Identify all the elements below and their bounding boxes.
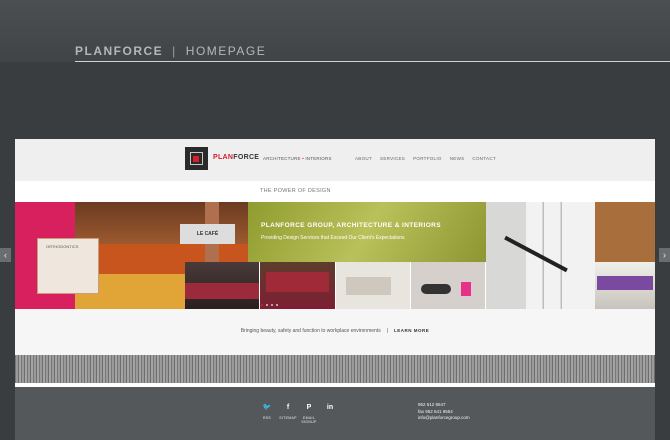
site-tagline: ARCHITECTURE • INTERIORS — [263, 155, 332, 161]
slider-dot[interactable] — [271, 304, 273, 306]
hero-thumbnail[interactable] — [185, 262, 261, 309]
header-title: PLANFORCE | HOMEPAGE — [75, 44, 266, 58]
nav-link-portfolio[interactable]: PORTFOLIO — [413, 156, 442, 161]
hero-thumbnail[interactable] — [335, 262, 411, 309]
website-preview: PLANFORCE ARCHITECTURE • INTERIORS ABOUT… — [15, 139, 655, 440]
hero-thumbnail[interactable] — [410, 262, 486, 309]
site-logo-text[interactable]: PLANFORCE — [213, 154, 259, 161]
slider-dots — [261, 304, 278, 306]
header-brand: PLANFORCE — [75, 44, 164, 58]
linkedin-icon[interactable]: in — [318, 403, 342, 413]
prev-arrow-icon[interactable]: ‹ — [0, 248, 11, 262]
next-arrow-icon[interactable]: › — [659, 248, 670, 262]
hero-subtitle: Providing Design Services that Exceed Ou… — [261, 235, 405, 241]
page-header: PLANFORCE | HOMEPAGE — [0, 0, 670, 62]
nav-link-news[interactable]: NEWS — [450, 156, 465, 161]
hero-title: PLANFORCE GROUP, ARCHITECTURE & INTERIOR… — [261, 222, 441, 229]
hero-counter-image: ORTHODONTICS — [37, 238, 99, 294]
social-label: EMAIL SIGNUP — [301, 416, 317, 424]
footer-contact: 952 512 9547 fax 952 541 9554 info@planf… — [418, 402, 470, 422]
nav-link-contact[interactable]: CONTACT — [472, 156, 496, 161]
header-divider — [75, 61, 670, 62]
slider-dot[interactable] — [261, 304, 263, 306]
hero-cafe-sign: LE CAFÉ — [180, 224, 235, 244]
nav-link-services[interactable]: SERVICES — [380, 156, 405, 161]
textured-divider — [15, 355, 655, 383]
header-separator: | — [172, 44, 177, 58]
promo-band-text: Bringing beauty, safety and function to … — [240, 328, 430, 334]
hero-thumbnail[interactable] — [260, 262, 336, 309]
slider-dot[interactable] — [276, 304, 278, 306]
hero-thumbnails — [185, 262, 486, 309]
hero-image-right[interactable] — [486, 202, 655, 309]
header-page-name: HOMEPAGE — [185, 44, 267, 58]
site-footer: 🐦 RSS f SITEMAP P EMAIL SIGNUP in 952 51… — [15, 387, 655, 440]
social-linkedin[interactable]: in — [318, 403, 342, 416]
site-nav-links: ABOUT SERVICES PORTFOLIO NEWS CONTACT — [355, 156, 496, 161]
learn-more-link[interactable]: LEARN MORE — [394, 328, 429, 333]
site-nav-bar: PLANFORCE ARCHITECTURE • INTERIORS ABOUT… — [15, 139, 655, 181]
slider-dot[interactable] — [266, 304, 268, 306]
promo-text: Bringing beauty, safety and function to … — [240, 328, 381, 334]
contact-email[interactable]: info@planforcegroup.com — [418, 415, 470, 422]
nav-link-about[interactable]: ABOUT — [355, 156, 372, 161]
logo-icon[interactable] — [185, 147, 208, 170]
hero-caption-panel: PLANFORCE GROUP, ARCHITECTURE & INTERIOR… — [248, 202, 486, 262]
section-title: THE POWER OF DESIGN — [260, 188, 331, 194]
promo-band: Bringing beauty, safety and function to … — [15, 309, 655, 355]
